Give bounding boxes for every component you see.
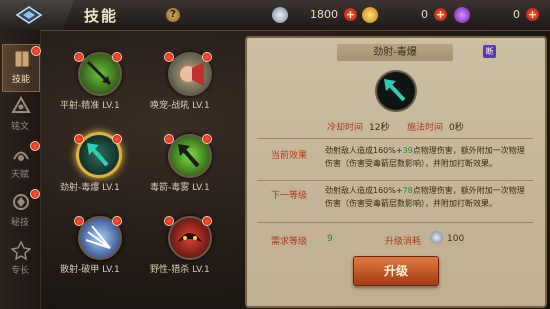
notification-dot — [30, 141, 40, 151]
skill-name-label: 野性-猎杀 LV.1 — [150, 265, 210, 275]
upgrade-button[interactable]: 升级 — [353, 256, 439, 286]
notification-dot — [164, 134, 174, 144]
cooldown-value: 12秒 — [369, 123, 390, 133]
side-nav: 技能 铭文 天赋 秘技 专长 — [0, 30, 41, 309]
gold-coin-icon — [362, 7, 378, 23]
current-effect-text: 劲射敌人造成160%+39点物理伤害，额外附加一次物理伤害（伤害受毒箭层数影响）… — [325, 146, 525, 168]
specialty-icon — [11, 240, 31, 260]
cast-time-value: 0秒 — [449, 123, 464, 133]
skill-slot-poison-mist[interactable]: 毒箭-毒雾 LV.1 — [150, 134, 230, 194]
nav-label: 天赋 — [10, 170, 29, 180]
skill-name-label: 毒箭-毒雾 LV.1 — [150, 183, 210, 193]
nav-tab-talent[interactable]: 天赋 — [2, 140, 40, 186]
top-bar: 技能 ? 1800 + 0 + 0 + — [0, 0, 550, 31]
notification-dot — [164, 52, 174, 62]
nav-label: 秘技 — [10, 218, 29, 228]
next-level-label: 下一等级 — [271, 191, 308, 201]
silver-currency: 1800 + — [272, 7, 362, 24]
skill-name-label: 劲射-毒爆 LV.1 — [60, 183, 120, 193]
current-effect-label: 当前效果 — [271, 151, 308, 161]
add-gold-button[interactable]: + — [434, 8, 447, 21]
gem-amount: 0 — [513, 8, 520, 21]
nav-tab-runes[interactable]: 铭文 — [2, 92, 38, 138]
nav-label: 铭文 — [10, 122, 29, 132]
notification-dot — [112, 216, 122, 226]
skill-name-label: 平射-精准 LV.1 — [60, 101, 120, 111]
divider — [257, 138, 533, 139]
skill-slot-wild-hunt[interactable]: 野性-猎杀 LV.1 — [150, 216, 230, 276]
skill-slot-scatter-shot[interactable]: 散射-破甲 LV.1 — [60, 216, 140, 276]
back-button[interactable] — [0, 0, 74, 30]
notification-dot — [164, 216, 174, 226]
page-title: 技能 — [84, 7, 119, 25]
upgrade-cost-value: 100 — [447, 234, 465, 244]
notification-dot — [202, 134, 212, 144]
divider — [257, 222, 533, 223]
notification-dot — [202, 216, 212, 226]
cooldown-label: 冷却时间 — [327, 123, 364, 133]
skill-detail-panel: 劲射-毒爆 断 冷却时间 12秒 施法时间 0秒 当前效果 劲射敌人造成160%… — [245, 36, 547, 308]
gold-amount: 0 — [421, 8, 428, 21]
nav-label: 技能 — [11, 75, 30, 85]
notification-dot — [74, 216, 84, 226]
add-gem-button[interactable]: + — [526, 8, 539, 21]
nav-tab-secret[interactable]: 秘技 — [2, 188, 40, 234]
detail-title: 劲射-毒爆 — [337, 44, 453, 61]
purple-gem-icon — [454, 7, 470, 23]
skill-slot-poison-burst[interactable]: 劲射-毒爆 LV.1 — [60, 132, 140, 194]
gold-currency: 0 + — [362, 7, 452, 24]
interrupt-tag: 断 — [483, 45, 496, 58]
silver-coin-icon — [272, 7, 288, 23]
skill-name-label: 唤宠-战吼 LV.1 — [150, 101, 210, 111]
divider — [257, 180, 533, 181]
notification-dot — [74, 52, 84, 62]
nav-label: 专长 — [10, 266, 29, 276]
add-silver-button[interactable]: + — [344, 8, 357, 21]
nav-tab-specialty[interactable]: 专长 — [2, 236, 38, 282]
silver-coin-icon — [430, 231, 443, 244]
notification-dot — [112, 134, 122, 144]
notification-dot — [112, 52, 122, 62]
book-icon — [14, 50, 30, 68]
gem-currency: 0 + — [454, 7, 544, 24]
required-level-value: 9 — [327, 234, 333, 244]
skill-slot-precise-shot[interactable]: 平射-精准 LV.1 — [60, 52, 140, 112]
diamond-back-icon — [16, 6, 42, 24]
notification-dot — [31, 46, 41, 56]
poison-burst-icon — [375, 70, 417, 112]
notification-dot — [74, 134, 84, 144]
upgrade-cost-label: 升级消耗 — [385, 237, 422, 247]
silver-amount: 1800 — [310, 8, 338, 21]
secret-skill-icon — [13, 194, 29, 210]
notification-dot — [30, 189, 40, 199]
talent-icon — [13, 151, 29, 161]
skill-slot-pet-warcry[interactable]: 唤宠-战吼 LV.1 — [150, 52, 230, 112]
notification-dot — [202, 52, 212, 62]
cast-time-label: 施法时间 — [407, 123, 444, 133]
nav-tab-skills[interactable]: 技能 — [2, 44, 41, 92]
required-level-label: 需求等级 — [271, 237, 308, 247]
rune-icon — [11, 96, 31, 113]
help-button[interactable]: ? — [166, 8, 180, 22]
next-level-text: 劲射敌人造成160%+78点物理伤害，额外附加一次物理伤害（伤害受毒箭层数影响）… — [325, 186, 525, 208]
skill-name-label: 散射-破甲 LV.1 — [60, 265, 120, 275]
